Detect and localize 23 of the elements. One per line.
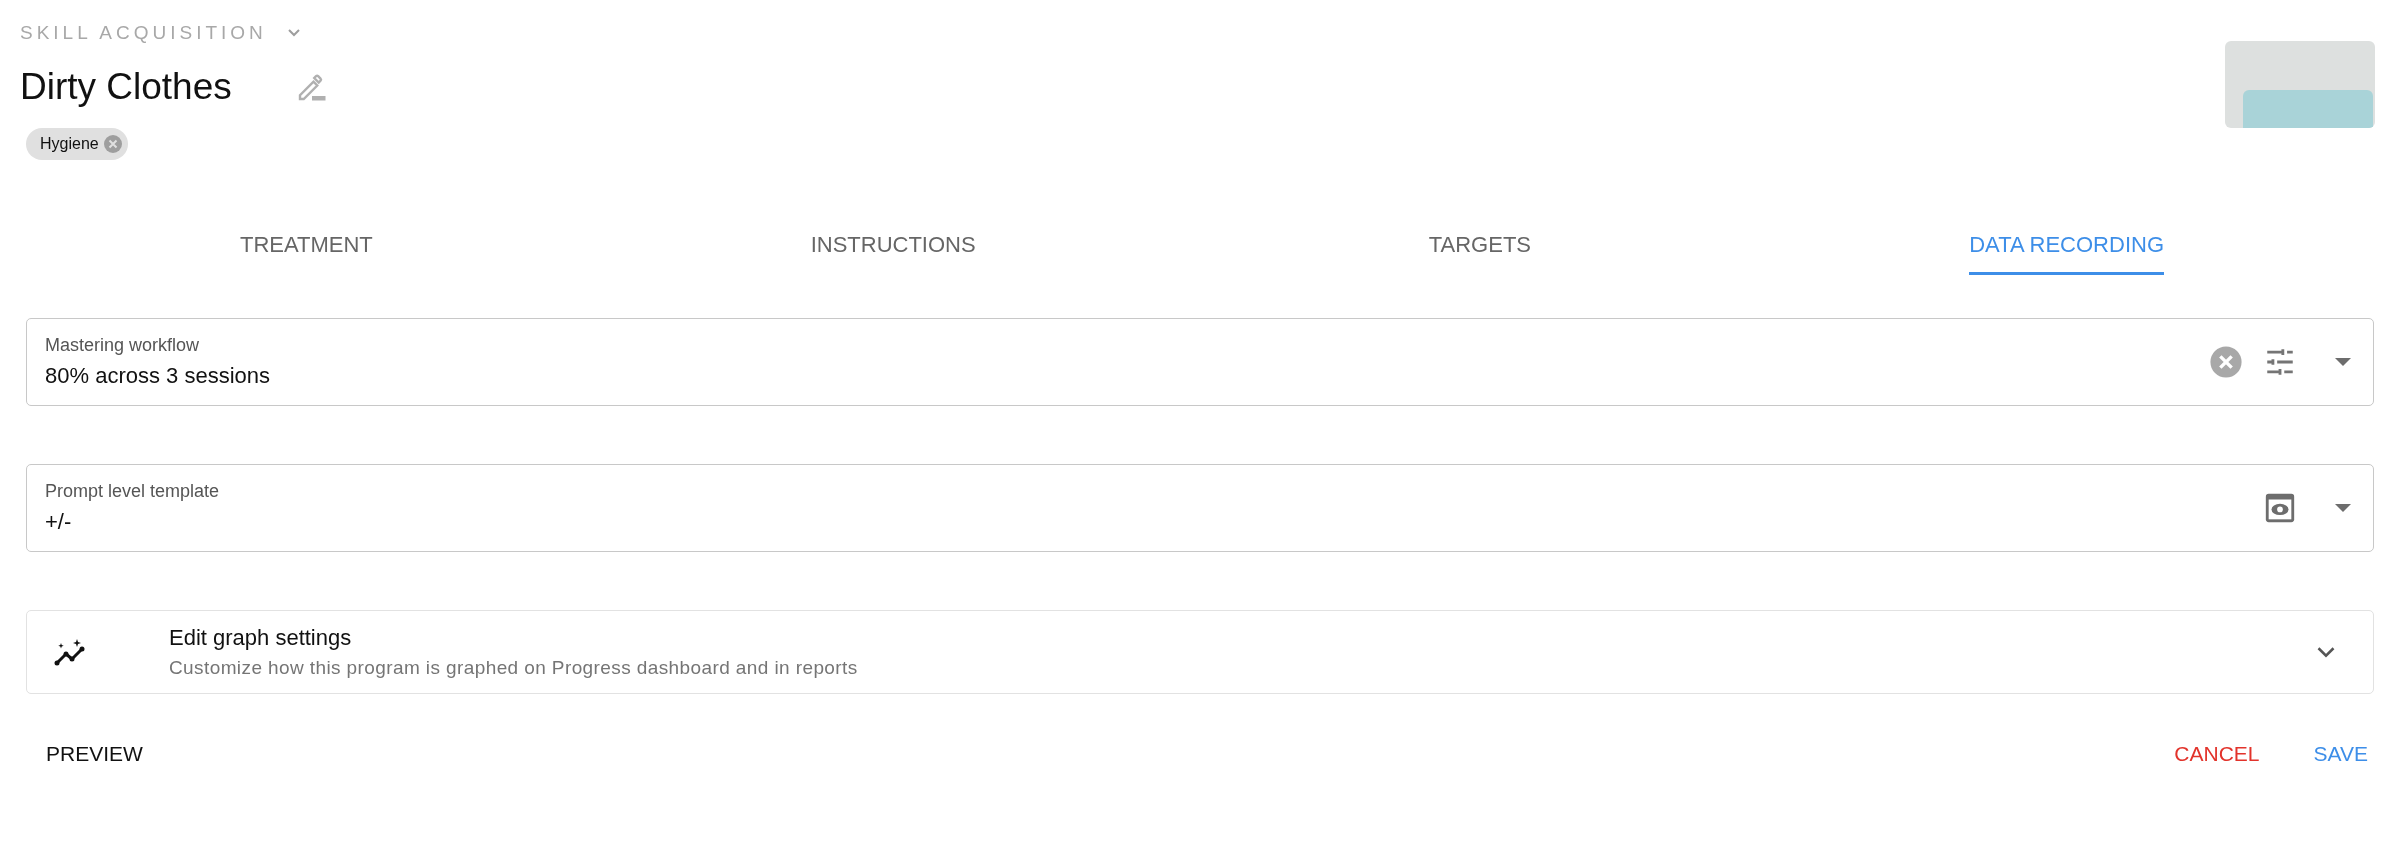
panel-title: Edit graph settings bbox=[169, 625, 353, 651]
dropdown-caret-icon[interactable] bbox=[2333, 356, 2353, 368]
field-label: Mastering workflow bbox=[45, 335, 201, 356]
preview-button[interactable]: PREVIEW bbox=[26, 734, 163, 774]
category-label: SKILL ACQUISITION bbox=[20, 22, 268, 44]
save-button[interactable]: SAVE bbox=[2293, 734, 2388, 774]
field-label: Prompt level template bbox=[45, 481, 220, 502]
preview-icon[interactable] bbox=[2263, 491, 2297, 525]
tag-chip[interactable]: Hygiene bbox=[26, 128, 128, 160]
clear-icon[interactable] bbox=[2209, 345, 2243, 379]
select-field[interactable]: Mastering workflow 80% across 3 sessions bbox=[26, 318, 2374, 406]
field-value: 80% across 3 sessions bbox=[45, 363, 270, 389]
panel-description: Customize how this program is graphed on Progress dashboard and in reports bbox=[169, 657, 859, 679]
tab[interactable]: TARGETS bbox=[1186, 222, 1774, 282]
dropdown-caret-icon[interactable] bbox=[2333, 502, 2353, 514]
tab[interactable]: DATA RECORDING bbox=[1773, 222, 2360, 282]
cancel-button[interactable]: CANCEL bbox=[2154, 734, 2280, 774]
graph-settings-panel[interactable]: Edit graph settings Customize how this program is graphed on Progress dashboard and in reports bbox=[26, 610, 2374, 694]
tab[interactable]: INSTRUCTIONS bbox=[599, 222, 1187, 282]
field-value: +/- bbox=[45, 509, 73, 535]
tab[interactable]: TREATMENT bbox=[13, 222, 600, 282]
program-title: Dirty Clothes bbox=[20, 66, 233, 108]
select-field[interactable]: Prompt level template +/- bbox=[26, 464, 2374, 552]
